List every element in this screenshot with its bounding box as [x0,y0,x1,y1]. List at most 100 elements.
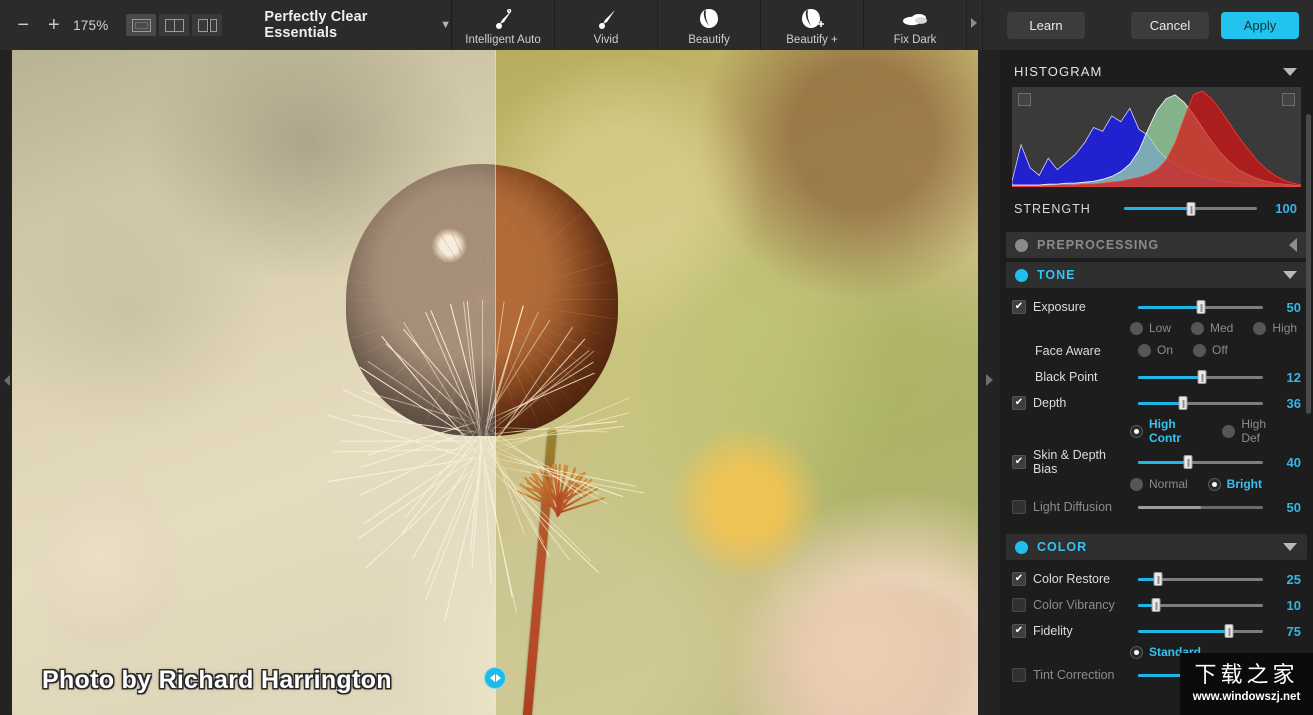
section-toggle-dot[interactable] [1015,268,1028,282]
zoom-out-icon[interactable]: − [8,8,39,42]
radio-label: High Def [1241,417,1267,445]
radio-face-aware-on[interactable]: On [1138,343,1173,357]
control-label: Color Restore [1033,572,1111,586]
color-restore-checkbox[interactable] [1012,572,1026,586]
fidelity-slider[interactable] [1138,624,1263,638]
radio-face-aware-off[interactable]: Off [1193,343,1228,357]
tool-beautify[interactable]: Beautify [658,0,761,50]
tool-vivid[interactable]: Vivid [555,0,658,50]
color-restore-slider[interactable] [1138,572,1263,586]
radio-low[interactable]: Low [1130,321,1171,335]
triangle-down-icon[interactable] [1283,67,1297,76]
toolbar-left-group: − + 175% Perfectly Clear Essentials ▼ [0,0,452,50]
histogram-chart[interactable] [1012,87,1301,187]
preset-name-label: Perfectly Clear Essentials [264,9,368,41]
bokeh-bud-left-before [42,480,172,670]
radio-high-def[interactable]: High Def [1222,417,1281,445]
fidelity-checkbox[interactable] [1012,624,1026,638]
tool-beautify-plus[interactable]: Beautify + [761,0,864,50]
depth-checkbox[interactable] [1012,396,1026,410]
tool-fix-dark[interactable]: Fix Dark [864,0,967,50]
control-skin-depth-bias: Skin & Depth Bias 40 [1012,448,1301,476]
section-toggle-dot[interactable] [1015,540,1028,554]
tool-label: Beautify + [786,33,838,46]
preview-image[interactable]: Photo by Richard Harrington [12,50,978,715]
before-after-split-handle[interactable] [484,667,506,689]
radio-dot [1193,343,1207,357]
tint-correction-checkbox[interactable] [1012,668,1026,682]
slider-thumb[interactable] [1178,396,1188,410]
slider-thumb[interactable] [1196,300,1205,314]
radio-high[interactable]: High [1253,321,1297,335]
control-value: 36 [1286,395,1301,411]
radio-normal[interactable]: Normal [1130,477,1188,491]
histogram-header[interactable]: HISTOGRAM [1000,50,1313,87]
radio-dot [1130,321,1143,335]
view-mode-single-button[interactable] [126,14,157,36]
view-mode-split-button[interactable] [159,14,190,36]
slider-fill [1138,305,1201,309]
tool-label: Vivid [593,33,619,46]
apply-button[interactable]: Apply [1221,11,1299,39]
next-image-button[interactable] [978,50,1000,715]
light-diffusion-checkbox[interactable] [1012,500,1026,514]
adjustments-panel: HISTOGRAM STRENGTH 100 PREPROCESSING TON… [1000,50,1313,715]
control-label: Face Aware [1035,344,1101,358]
panel-scroll-container[interactable]: HISTOGRAM STRENGTH 100 PREPROCESSING TON… [1000,50,1313,715]
view-mode-side-by-side-button[interactable] [192,14,223,36]
learn-button[interactable]: Learn [1007,11,1085,39]
radio-bright[interactable]: Bright [1207,477,1262,491]
exposure-slider[interactable] [1138,300,1263,314]
control-black-point: Black Point 12 [1012,364,1301,390]
tools-next-button[interactable] [967,0,983,50]
section-header-tone[interactable]: TONE [1006,262,1307,288]
slider-fill [1138,375,1202,379]
radio-dot [1130,424,1143,438]
color-vibrancy-slider[interactable] [1138,598,1263,612]
slider-fill [1138,401,1183,405]
photo-credit-label: Photo by Richard Harrington [42,666,392,694]
tool-intelligent-auto[interactable]: Intelligent Auto [452,0,555,50]
section-header-color[interactable]: COLOR [1006,534,1307,560]
previous-image-button[interactable] [0,50,12,715]
slider-thumb[interactable] [1197,370,1207,384]
chevron-down-icon[interactable]: ▼ [440,19,451,31]
skin-depth-bias-slider[interactable] [1138,455,1263,469]
depth-slider[interactable] [1138,396,1263,410]
slider-fill [1138,460,1188,464]
control-exposure: Exposure 50 [1012,294,1301,320]
radio-label: On [1157,343,1174,357]
zoom-in-icon[interactable]: + [39,8,70,42]
light-diffusion-slider[interactable] [1138,500,1263,514]
slider-thumb[interactable] [1153,572,1163,586]
color-vibrancy-checkbox[interactable] [1012,598,1026,612]
radio-high-contr[interactable]: High Contr [1130,417,1202,445]
brush-icon [593,7,619,31]
slider-thumb[interactable] [1224,624,1234,638]
left-arrow-icon [489,674,495,682]
triangle-left-icon[interactable] [1289,238,1297,252]
control-value: 12 [1286,369,1301,385]
section-toggle-dot[interactable] [1015,238,1028,252]
skin-bias-radios: Normal Bright [1012,476,1301,494]
skin-depth-bias-checkbox[interactable] [1012,455,1026,469]
panel-scrollbar[interactable] [1306,114,1311,414]
control-value: 40 [1286,454,1301,470]
before-half-overlay [12,50,495,715]
triangle-down-icon[interactable] [1283,543,1297,551]
toolbar-actions-group: Learn Cancel Apply [991,0,1313,50]
control-label: Depth [1033,396,1067,410]
magic-brush-icon [490,7,516,31]
black-point-slider[interactable] [1138,370,1263,384]
slider-thumb[interactable] [1186,201,1195,216]
cancel-button[interactable]: Cancel [1131,11,1209,39]
side-by-side-icon [197,18,217,32]
strength-slider[interactable] [1124,201,1257,216]
exposure-checkbox[interactable] [1012,300,1026,314]
section-header-preprocessing[interactable]: PREPROCESSING [1006,232,1307,258]
slider-thumb[interactable] [1151,598,1160,612]
radio-med[interactable]: Med [1191,321,1233,335]
triangle-down-icon[interactable] [1283,271,1297,279]
slider-thumb[interactable] [1183,455,1193,469]
tool-label: Beautify [688,33,730,46]
